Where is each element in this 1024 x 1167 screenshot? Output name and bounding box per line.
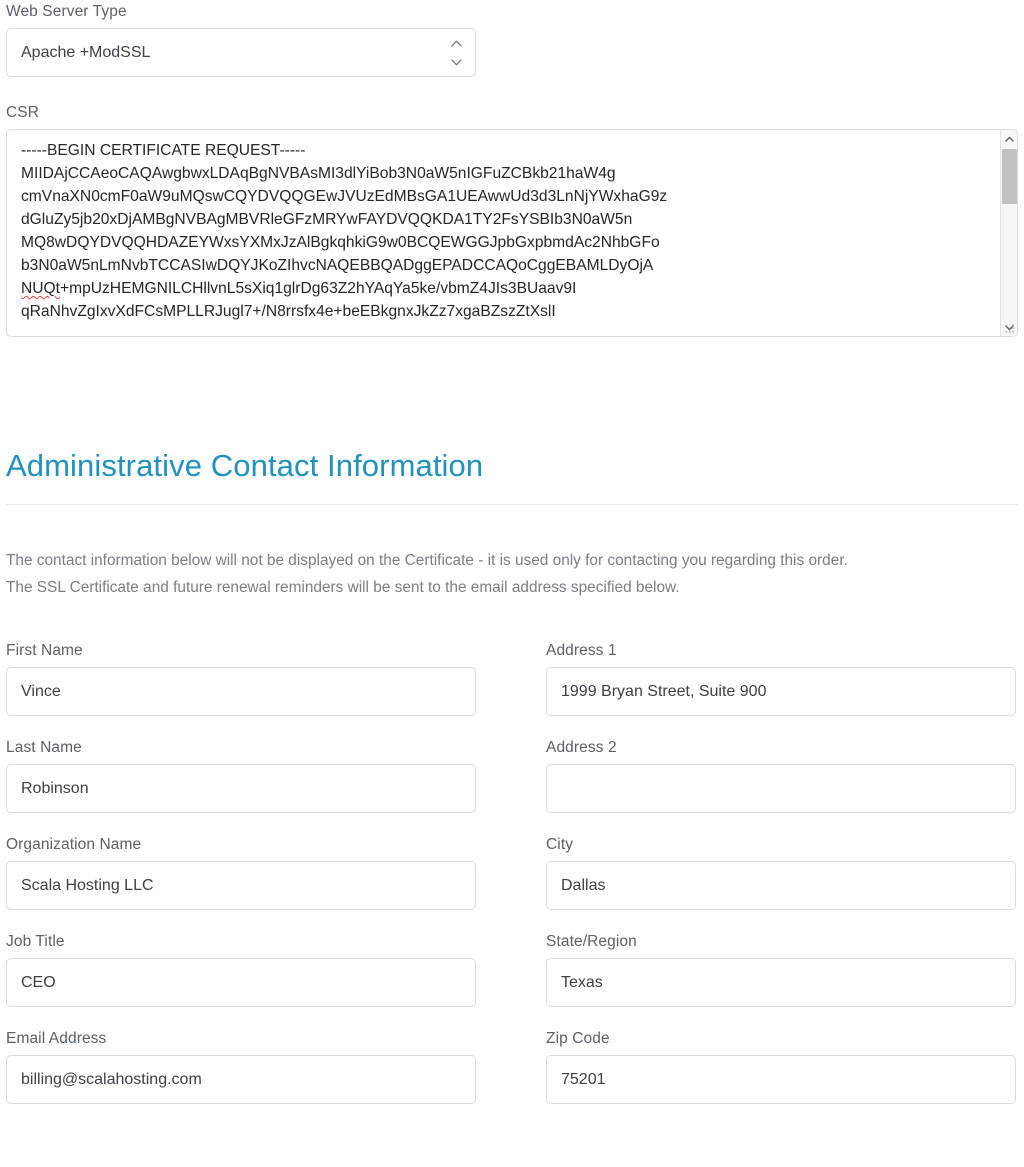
zip-code-input[interactable]: 75201 bbox=[546, 1055, 1016, 1104]
csr-line-7-misspelled: NUQt bbox=[21, 280, 60, 297]
csr-line-8: qRaNhvZgIxvXdFCsMPLLRJugl7+/N8rrsfx4e+be… bbox=[21, 303, 556, 320]
address-2-label: Address 2 bbox=[546, 739, 617, 756]
city-input[interactable]: Dallas bbox=[546, 861, 1016, 910]
csr-field: CSR -----BEGIN CERTIFICATE REQUEST----- … bbox=[6, 103, 1018, 337]
csr-line-2: MIIDAjCCAeoCAQAwgbwxLDAqBgNVBAsMI3dlYiBo… bbox=[21, 165, 616, 182]
field-first-name: First Name Vince bbox=[6, 641, 476, 716]
contact-form-grid: First Name Vince Address 1 1999 Bryan St… bbox=[6, 641, 1018, 1104]
csr-textarea[interactable]: -----BEGIN CERTIFICATE REQUEST----- MIID… bbox=[7, 130, 999, 336]
field-job-title: Job Title CEO bbox=[6, 932, 476, 1007]
field-city: City Dallas bbox=[546, 835, 1016, 910]
state-region-input[interactable]: Texas bbox=[546, 958, 1016, 1007]
field-organization-name: Organization Name Scala Hosting LLC bbox=[6, 835, 476, 910]
section-description: The contact information below will not b… bbox=[6, 547, 1016, 601]
email-address-input[interactable]: billing@scalahosting.com bbox=[6, 1055, 476, 1104]
field-email-address: Email Address billing@scalahosting.com bbox=[6, 1029, 476, 1104]
csr-scrollbar-thumb[interactable] bbox=[1002, 149, 1017, 204]
address-1-input[interactable]: 1999 Bryan Street, Suite 900 bbox=[546, 667, 1016, 716]
grid-gutter bbox=[476, 738, 546, 813]
spinner-updown-icon[interactable] bbox=[450, 40, 462, 66]
grid-gutter bbox=[476, 641, 546, 716]
address-2-input[interactable] bbox=[546, 764, 1016, 813]
web-server-type-select[interactable]: Apache +ModSSL bbox=[6, 28, 476, 77]
csr-line-5: MQ8wDQYDVQQHDAZEYWxsYXMxJzAlBgkqhkiG9w0B… bbox=[21, 234, 660, 251]
web-server-type-label: Web Server Type bbox=[6, 3, 127, 20]
organization-name-input[interactable]: Scala Hosting LLC bbox=[6, 861, 476, 910]
section-divider bbox=[6, 504, 1018, 505]
csr-textarea-wrapper: -----BEGIN CERTIFICATE REQUEST----- MIID… bbox=[6, 129, 1018, 337]
ssl-certificate-order-form: Web Server Type Apache +ModSSL CSR -----… bbox=[0, 2, 1024, 1104]
resize-grip-icon[interactable] bbox=[1003, 322, 1016, 335]
zip-code-label: Zip Code bbox=[546, 1030, 610, 1047]
address-1-label: Address 1 bbox=[546, 642, 617, 659]
field-address-2: Address 2 bbox=[546, 738, 1016, 813]
csr-label: CSR bbox=[6, 104, 40, 121]
section-description-line-2: The SSL Certificate and future renewal r… bbox=[6, 579, 680, 596]
web-server-type-select-wrapper: Apache +ModSSL bbox=[6, 28, 476, 77]
csr-line-7: +mpUzHEMGNILCHllvnL5sXiq1glrDg63Z2hYAqYa… bbox=[59, 280, 577, 297]
field-last-name: Last Name Robinson bbox=[6, 738, 476, 813]
job-title-label: Job Title bbox=[6, 933, 65, 950]
grid-gutter bbox=[476, 1029, 546, 1104]
page-title: Administrative Contact Information bbox=[6, 448, 484, 483]
csr-line-4: dGluZy5jb20xDjAMBgNVBAgMBVRleGFzMRYwFAYD… bbox=[21, 211, 633, 228]
first-name-input[interactable]: Vince bbox=[6, 667, 476, 716]
last-name-input[interactable]: Robinson bbox=[6, 764, 476, 813]
field-address-1: Address 1 1999 Bryan Street, Suite 900 bbox=[546, 641, 1016, 716]
section-description-line-1: The contact information below will not b… bbox=[6, 552, 848, 569]
job-title-input[interactable]: CEO bbox=[6, 958, 476, 1007]
city-label: City bbox=[546, 836, 574, 853]
csr-line-3: cmVnaXN0cmF0aW9uMQswCQYDVQQGEwJVUzEdMBsG… bbox=[21, 188, 668, 205]
web-server-type-field: Web Server Type Apache +ModSSL bbox=[6, 2, 1018, 77]
last-name-label: Last Name bbox=[6, 739, 82, 756]
chevron-up-icon[interactable] bbox=[1001, 130, 1017, 147]
first-name-label: First Name bbox=[6, 642, 83, 659]
grid-gutter bbox=[476, 932, 546, 1007]
email-address-label: Email Address bbox=[6, 1030, 107, 1047]
organization-name-label: Organization Name bbox=[6, 836, 142, 853]
grid-gutter bbox=[476, 835, 546, 910]
csr-scrollbar[interactable] bbox=[1000, 130, 1017, 336]
web-server-type-value: Apache +ModSSL bbox=[21, 43, 151, 61]
field-zip-code: Zip Code 75201 bbox=[546, 1029, 1016, 1104]
administrative-contact-section: Administrative Contact Information The c… bbox=[6, 447, 1018, 1104]
field-state-region: State/Region Texas bbox=[546, 932, 1016, 1007]
csr-line-6: b3N0aW5nLmNvbTCCASIwDQYJKoZIhvcNAQEBBQAD… bbox=[21, 257, 654, 274]
csr-line-1: -----BEGIN CERTIFICATE REQUEST----- bbox=[21, 142, 306, 159]
state-region-label: State/Region bbox=[546, 933, 637, 950]
